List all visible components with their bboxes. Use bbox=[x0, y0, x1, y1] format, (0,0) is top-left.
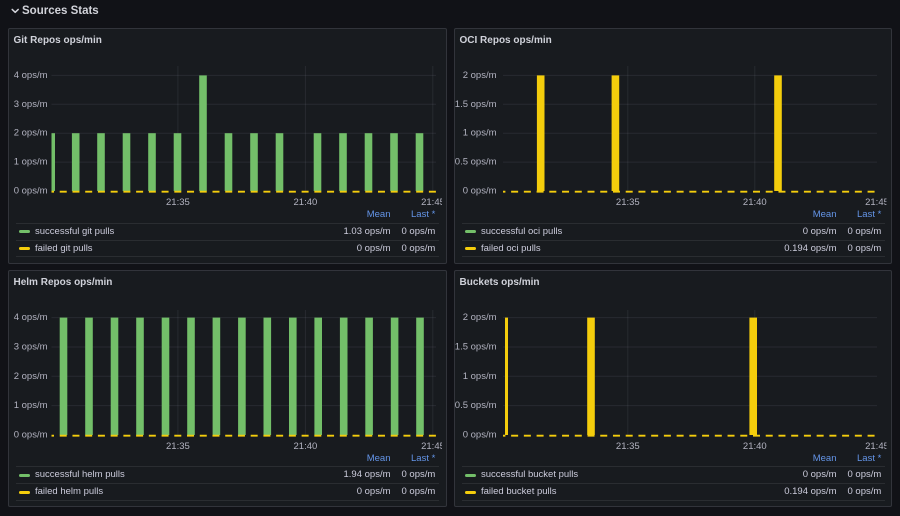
svg-text:21:35: 21:35 bbox=[166, 441, 190, 452]
svg-text:2 ops/m: 2 ops/m bbox=[463, 70, 497, 81]
svg-text:0.5 ops/m: 0.5 ops/m bbox=[455, 157, 497, 168]
svg-text:3 ops/m: 3 ops/m bbox=[14, 341, 48, 352]
svg-text:3 ops/m: 3 ops/m bbox=[14, 99, 48, 110]
svg-text:21:35: 21:35 bbox=[616, 441, 640, 452]
svg-text:2 ops/m: 2 ops/m bbox=[14, 128, 48, 139]
svg-text:21:40: 21:40 bbox=[743, 197, 767, 208]
svg-text:21:35: 21:35 bbox=[616, 197, 640, 208]
svg-text:21:40: 21:40 bbox=[743, 441, 767, 452]
svg-text:1 ops/m: 1 ops/m bbox=[463, 128, 497, 139]
svg-text:0 ops/m: 0 ops/m bbox=[463, 430, 497, 441]
svg-text:1.5 ops/m: 1.5 ops/m bbox=[455, 99, 497, 110]
svg-text:21:40: 21:40 bbox=[294, 197, 318, 208]
svg-text:1.5 ops/m: 1.5 ops/m bbox=[455, 341, 497, 352]
svg-text:2 ops/m: 2 ops/m bbox=[14, 371, 48, 382]
svg-text:1 ops/m: 1 ops/m bbox=[14, 400, 48, 411]
svg-text:0 ops/m: 0 ops/m bbox=[14, 186, 48, 197]
svg-text:21:35: 21:35 bbox=[166, 197, 190, 208]
svg-text:0 ops/m: 0 ops/m bbox=[463, 186, 497, 197]
svg-text:4 ops/m: 4 ops/m bbox=[14, 312, 48, 323]
svg-text:1 ops/m: 1 ops/m bbox=[463, 371, 497, 382]
svg-text:2 ops/m: 2 ops/m bbox=[463, 312, 497, 323]
svg-text:4 ops/m: 4 ops/m bbox=[14, 70, 48, 81]
svg-text:0.5 ops/m: 0.5 ops/m bbox=[455, 400, 497, 411]
svg-text:1 ops/m: 1 ops/m bbox=[14, 157, 48, 168]
svg-text:0 ops/m: 0 ops/m bbox=[14, 430, 48, 441]
svg-text:21:40: 21:40 bbox=[294, 441, 318, 452]
